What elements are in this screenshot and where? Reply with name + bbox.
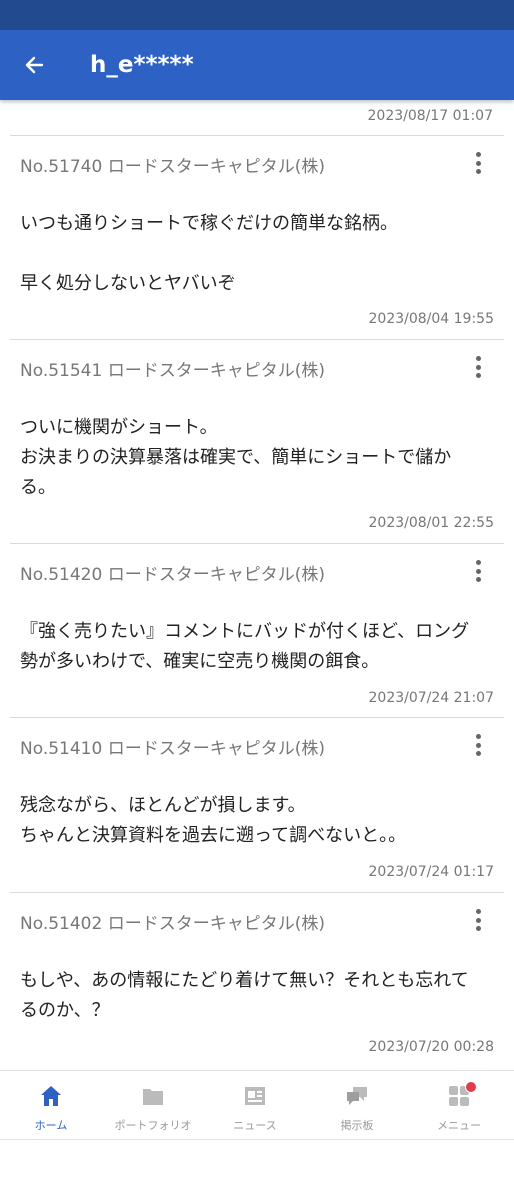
more-options-icon[interactable] [468,354,488,380]
nav-message-board[interactable]: 掲示板 [306,1071,408,1141]
post-number[interactable]: No.51420 ロードスターキャピタル(株) [20,560,325,585]
nav-label: ポートフォリオ [114,1119,192,1132]
back-button[interactable] [14,45,54,85]
post-timestamp: 2023/07/20 00:28 [368,1039,495,1055]
more-options-icon[interactable] [468,150,488,176]
nav-label: ニュース [233,1119,277,1132]
post-number[interactable]: No.51541 ロードスターキャピタル(株) [20,356,325,381]
post-timestamp: 2023/07/24 01:17 [368,864,495,880]
folder-icon [143,1089,163,1105]
page-title: h_e***** [90,52,194,78]
post-item: No.51740 ロードスターキャピタル(株) いつも通りショートで稼ぐだけの簡… [10,135,504,340]
nav-news[interactable]: ニュース [204,1071,306,1141]
notification-badge [465,1081,477,1093]
status-bar [0,0,514,30]
more-options-icon[interactable] [468,732,488,758]
post-number[interactable]: No.51410 ロードスターキャピタル(株) [20,734,325,759]
bottom-navigation: ホーム ポートフォリオ ニュース 掲示板 メニュー [0,1070,514,1140]
home-icon [41,1086,61,1106]
nav-label: 掲示板 [340,1119,374,1132]
post-item: No.51420 ロードスターキャピタル(株) 『強く売りたい』コメントにバッド… [10,543,504,718]
more-options-icon[interactable] [468,907,488,933]
post-item: No.51402 ロードスターキャピタル(株) もしや、あの情報にたどり着けて無… [10,892,504,1070]
post-feed: 2023/08/17 01:07 No.51740 ロードスターキャピタル(株)… [0,100,514,1070]
nav-portfolio[interactable]: ポートフォリオ [102,1071,204,1141]
nav-menu[interactable]: メニュー [408,1071,510,1141]
post-body: 『強く売りたい』コメントにバッドが付くほど、ロング 勢が多いわけで、確実に空売り… [20,621,470,672]
chat-bubbles-icon [347,1087,367,1105]
nav-label: メニュー [437,1119,481,1132]
nav-home[interactable]: ホーム [0,1071,102,1141]
post-timestamp: 2023/08/01 22:55 [368,515,495,531]
post-body: いつも通りショートで稼ぐだけの簡単な銘柄。 早く処分しないとヤバいぞ [20,213,398,294]
post-timestamp: 2023/08/17 01:07 [367,108,494,124]
app-bar: h_e***** [0,30,514,100]
post-number[interactable]: No.51402 ロードスターキャピタル(株) [20,909,325,934]
post-body: もしや、あの情報にたどり着けて無い？それとも忘れて るのか、？ [20,970,469,1021]
post-body: 残念ながら、ほとんどが損します。 ちゃんと決算資料を過去に遡って調べないと。。 [20,795,407,846]
arrow-left-icon [25,56,44,74]
post-number[interactable]: No.51740 ロードスターキャピタル(株) [20,152,325,177]
post-item: No.51410 ロードスターキャピタル(株) 残念ながら、ほとんどが損します。… [10,717,504,893]
post-item: No.51541 ロードスターキャピタル(株) ついに機関がショート。 お決まり… [10,339,504,544]
post-timestamp: 2023/08/04 19:55 [368,311,495,327]
nav-label: ホーム [34,1119,68,1132]
newspaper-icon [245,1087,265,1105]
post-body: ついに機関がショート。 お決まりの決算暴落は確実で、簡単にショートで儲か る。 [20,417,452,498]
post-timestamp: 2023/07/24 21:07 [368,690,495,706]
more-options-icon[interactable] [468,558,488,584]
